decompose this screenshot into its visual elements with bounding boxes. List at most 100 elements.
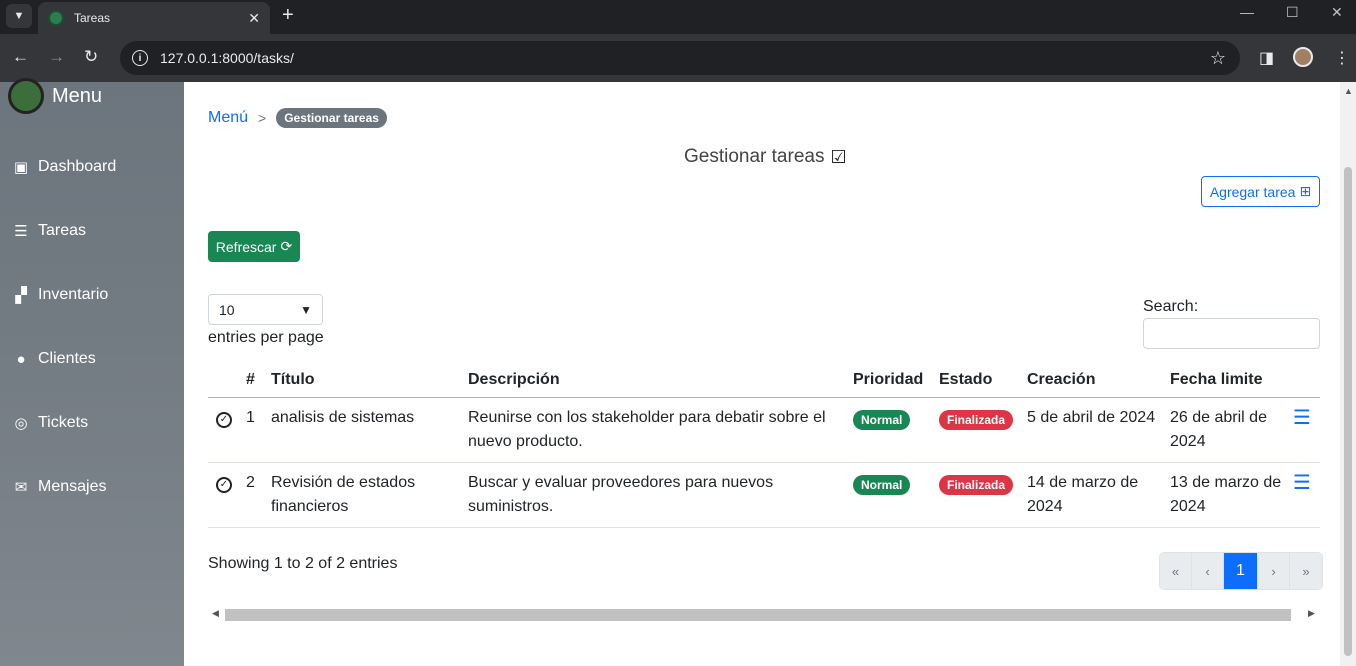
browser-toolbar: ← → ↻ i 127.0.0.1:8000/tasks/ ☆ ◨ ⋮	[0, 34, 1356, 82]
refresh-label: Refrescar	[215, 238, 277, 255]
main-content: Menú > Gestionar tareas Gestionar tareas…	[184, 82, 1356, 666]
vertical-scroll-thumb[interactable]	[1344, 167, 1352, 656]
page-title: Gestionar tareas ☑	[684, 146, 847, 168]
status-badge: Finalizada	[939, 474, 1014, 495]
chevron-down-icon: ▼	[13, 10, 25, 22]
table-info: Showing 1 to 2 of 2 entries	[208, 555, 398, 572]
priority-badge: Normal	[853, 474, 911, 495]
sidebar-item-label: Tareas	[38, 222, 87, 239]
tab-title: Tareas	[74, 11, 111, 25]
row-num: 1	[242, 397, 267, 463]
check-circle-icon: ✓	[216, 411, 232, 428]
row-description: Buscar y evaluar proveedores para nuevos…	[464, 462, 849, 528]
pagination: « ‹ 1 › »	[1159, 552, 1323, 590]
table-row: ✓ 2 Revisión de estados financieros Busc…	[208, 462, 1320, 528]
search-label: Search:	[1143, 298, 1199, 315]
row-title: Revisión de estados financieros	[267, 462, 464, 528]
page-first-button[interactable]: «	[1160, 553, 1192, 589]
sidebar-item-label: Dashboard	[38, 158, 117, 175]
sidebar-brand[interactable]: Menu	[8, 78, 102, 114]
row-menu-icon[interactable]: ☰	[1293, 473, 1311, 493]
page-current-button[interactable]: 1	[1224, 553, 1258, 589]
breadcrumb: Menú > Gestionar tareas	[208, 108, 387, 128]
browser-tab[interactable]: Tareas ✕	[38, 2, 270, 34]
address-bar[interactable]: i 127.0.0.1:8000/tasks/ ☆	[120, 41, 1240, 75]
chevron-down-icon: ▼	[300, 302, 312, 317]
check-circle-icon: ✓	[216, 476, 232, 493]
col-header-status[interactable]: Estado	[935, 363, 1023, 398]
table-row: ✓ 1 analisis de sistemas Reunirse con lo…	[208, 397, 1320, 463]
breadcrumb-current: Gestionar tareas	[276, 108, 387, 128]
col-header-description[interactable]: Descripción	[464, 363, 849, 398]
tab-search-button[interactable]: ▼	[6, 4, 32, 28]
sidebar: Menu ▣ Dashboard ☰ Tareas ▞ Inventario ●…	[0, 78, 184, 666]
more-menu-icon[interactable]: ⋮	[1334, 48, 1350, 68]
close-tab-icon[interactable]: ✕	[248, 10, 260, 27]
profile-avatar[interactable]	[1293, 47, 1313, 67]
row-num: 2	[242, 462, 267, 528]
row-deadline: 13 de marzo de 2024	[1166, 462, 1289, 528]
scroll-up-icon[interactable]: ▲	[1344, 86, 1353, 96]
col-header-status-icon	[208, 363, 242, 398]
back-icon[interactable]: ←	[12, 46, 29, 68]
list-check-icon: ☑	[830, 146, 847, 167]
vertical-scrollbar[interactable]: ▲	[1340, 82, 1356, 666]
page-last-button[interactable]: »	[1290, 553, 1322, 589]
close-window-icon[interactable]: ✕	[1331, 4, 1343, 21]
maximize-icon[interactable]: ☐	[1286, 4, 1299, 21]
row-description: Reunirse con los stakeholder para debati…	[464, 397, 849, 463]
sidebar-item-tareas[interactable]: ☰ Tareas	[10, 222, 86, 240]
sidebar-item-label: Inventario	[38, 286, 109, 303]
sidebar-item-dashboard[interactable]: ▣ Dashboard	[10, 158, 116, 176]
sidebar-item-label: Clientes	[38, 350, 96, 367]
site-info-icon[interactable]: i	[132, 50, 148, 66]
new-tab-button[interactable]: +	[282, 4, 294, 26]
add-task-button[interactable]: Agregar tarea ⊞	[1201, 176, 1320, 207]
status-badge: Finalizada	[939, 409, 1014, 430]
horizontal-scrollbar[interactable]: ◀ ▶	[208, 606, 1320, 622]
row-created: 14 de marzo de 2024	[1023, 462, 1166, 528]
favicon-icon	[48, 10, 64, 26]
breadcrumb-home-link[interactable]: Menú	[208, 109, 248, 127]
horizontal-scroll-thumb[interactable]	[225, 609, 1291, 621]
col-header-num[interactable]: #	[242, 363, 267, 398]
page-size-value: 10	[219, 301, 235, 318]
scroll-left-icon[interactable]: ◀	[212, 608, 219, 619]
col-header-title[interactable]: Título	[267, 363, 464, 398]
tasks-icon: ☰	[14, 223, 28, 240]
tasks-table: # Título Descripción Prioridad Estado Cr…	[208, 363, 1320, 528]
brand-text: Menu	[52, 84, 103, 107]
sidebar-item-inventario[interactable]: ▞ Inventario	[10, 286, 108, 304]
row-menu-icon[interactable]: ☰	[1293, 408, 1311, 428]
sidebar-item-tickets[interactable]: ◎ Tickets	[10, 414, 88, 432]
forward-icon[interactable]: →	[48, 46, 65, 68]
col-header-created[interactable]: Creación	[1023, 363, 1166, 398]
col-header-priority[interactable]: Prioridad	[849, 363, 935, 398]
table-header-row: # Título Descripción Prioridad Estado Cr…	[208, 363, 1320, 398]
page-title-text: Gestionar tareas	[684, 146, 825, 167]
headset-icon: ◎	[14, 415, 28, 432]
dashboard-icon: ▣	[13, 159, 29, 176]
col-header-deadline[interactable]: Fecha limite	[1166, 363, 1289, 398]
page-next-button[interactable]: ›	[1258, 553, 1290, 589]
browser-tabbar: ▼ Tareas ✕ + — ☐ ✕	[0, 0, 1356, 34]
url-text[interactable]: 127.0.0.1:8000/tasks/	[160, 50, 1210, 66]
boxes-icon: ▞	[15, 287, 27, 304]
row-deadline: 26 de abril de 2024	[1166, 397, 1289, 463]
refresh-button[interactable]: Refrescar ⟳	[208, 231, 300, 262]
page-prev-button[interactable]: ‹	[1192, 553, 1224, 589]
sidebar-item-clientes[interactable]: ● Clientes	[10, 350, 96, 368]
minimize-icon[interactable]: —	[1240, 4, 1254, 20]
bookmark-star-icon[interactable]: ☆	[1210, 48, 1226, 69]
side-panel-icon[interactable]: ◨	[1259, 48, 1274, 68]
reload-icon[interactable]: ↻	[84, 46, 98, 68]
scroll-right-icon[interactable]: ▶	[1308, 608, 1315, 619]
users-icon: ●	[16, 350, 26, 368]
page-size-select[interactable]: 10 ▼	[208, 294, 323, 325]
col-header-actions	[1289, 363, 1320, 398]
sync-icon: ⟳	[280, 238, 293, 254]
search-input[interactable]	[1143, 318, 1320, 349]
sidebar-item-mensajes[interactable]: ✉ Mensajes	[10, 478, 107, 496]
gear-logo-icon	[8, 78, 44, 114]
entries-per-page-label: entries per page	[208, 329, 324, 346]
